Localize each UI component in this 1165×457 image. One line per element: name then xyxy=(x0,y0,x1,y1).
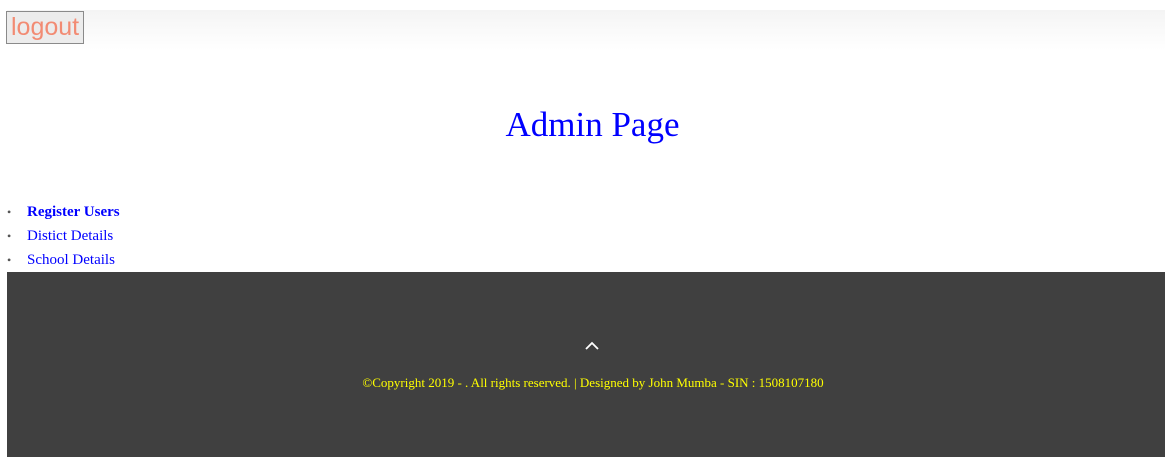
admin-page: logout Admin Page • Register Users • Dis… xyxy=(0,0,1165,457)
chevron-up-icon[interactable] xyxy=(584,338,600,354)
top-bar xyxy=(7,10,1165,50)
district-details-link[interactable]: Distict Details xyxy=(27,228,113,244)
page-title: Admin Page xyxy=(505,105,680,144)
footer: ©Copyright 2019 - . All rights reserved.… xyxy=(7,272,1165,457)
menu-item-register-users: • Register Users xyxy=(7,201,120,225)
menu-item-school-details: • School Details xyxy=(7,249,120,273)
menu-item-district-details: • Distict Details xyxy=(7,225,120,249)
bullet-icon: • xyxy=(7,253,12,267)
copyright-text: ©Copyright 2019 - . All rights reserved.… xyxy=(362,375,824,390)
register-users-link[interactable]: Register Users xyxy=(27,204,120,220)
admin-menu: • Register Users • Distict Details • Sch… xyxy=(7,201,120,273)
bullet-icon: • xyxy=(7,229,12,243)
logout-button[interactable]: logout xyxy=(6,11,85,44)
school-details-link[interactable]: School Details xyxy=(27,252,115,268)
bullet-icon: • xyxy=(7,205,12,219)
